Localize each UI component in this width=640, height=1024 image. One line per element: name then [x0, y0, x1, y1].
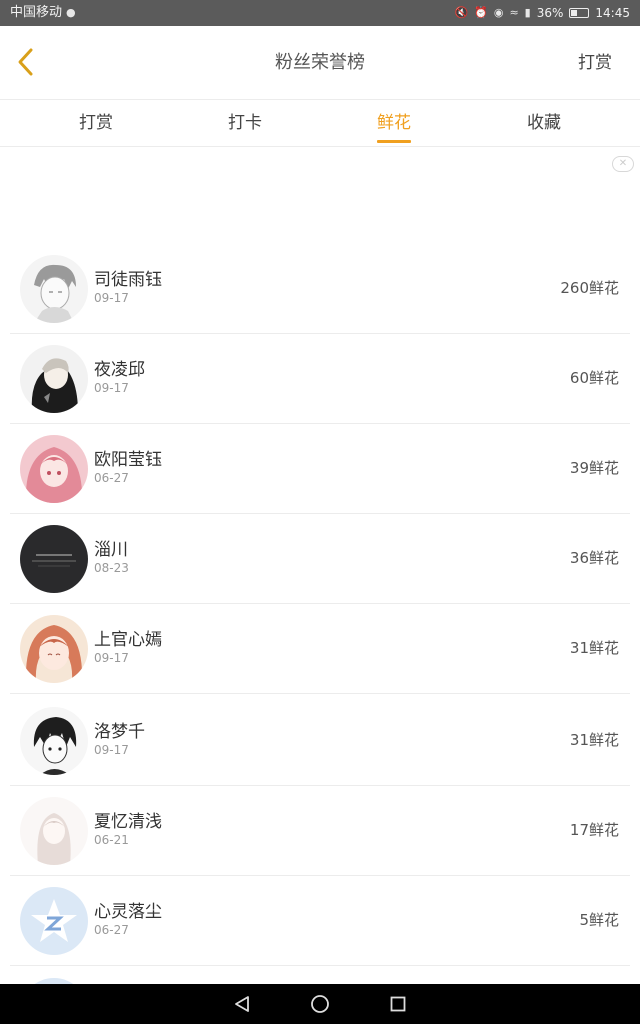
list-item[interactable]: 心灵落尘 06-27 5鲜花 — [10, 876, 630, 966]
fan-name: 心灵落尘 — [94, 902, 162, 922]
fan-name: 夜凌邱 — [94, 360, 145, 380]
fan-date: 08-23 — [94, 561, 129, 575]
list-item[interactable]: 夏忆清浅 06-21 17鲜花 — [10, 786, 630, 876]
fan-date: 06-27 — [94, 471, 129, 485]
mute-icon: 🔇 — [454, 6, 469, 19]
nav-recents-button[interactable] — [387, 993, 409, 1015]
back-button[interactable] — [8, 44, 44, 80]
battery-level — [571, 10, 578, 16]
fan-date: 06-21 — [94, 833, 129, 847]
fan-date: 09-17 — [94, 743, 129, 757]
list-item[interactable]: 夜凌邱 09-17 60鲜花 — [10, 334, 630, 424]
battery-icon — [569, 8, 590, 18]
ad-close-icon[interactable]: ✕ — [612, 156, 634, 172]
status-left: 中国移动 ● — [10, 0, 76, 26]
status-right: 🔇 ⏰ ◉ ≈ ▮ 36% 14:45 — [454, 0, 630, 26]
fan-name: 司徒雨钰 — [94, 270, 162, 290]
page-title: 粉丝荣誉榜 — [275, 52, 365, 73]
fan-name: 夏忆清浅 — [94, 812, 162, 832]
dark-text-avatar — [20, 525, 88, 593]
hooded-boy-avatar — [20, 345, 88, 413]
tab-reward[interactable]: 打赏 — [56, 100, 136, 147]
flower-count: 31鲜花 — [569, 731, 619, 749]
tab-underline — [377, 140, 411, 143]
fan-date: 06-27 — [94, 923, 129, 937]
manga-boy-avatar — [20, 707, 88, 775]
nav-home-button[interactable] — [309, 993, 331, 1015]
list-item[interactable]: 欧阳莹钰 06-27 39鲜花 — [10, 424, 630, 514]
circle-home-icon — [311, 995, 329, 1013]
qq-icon: ● — [66, 6, 76, 19]
list-item[interactable]: 司徒雨钰 09-17 260鲜花 — [10, 244, 630, 334]
flower-count: 39鲜花 — [569, 459, 619, 477]
fan-date: 09-17 — [94, 651, 129, 665]
battery-percent: 36% — [536, 6, 564, 20]
fan-name: 淄川 — [94, 540, 128, 560]
system-nav-bar — [0, 984, 640, 1024]
tab-label: 打卡 — [228, 113, 262, 133]
red-hair-girl-avatar — [20, 615, 88, 683]
signal-icon: ▮ — [524, 6, 531, 19]
flower-count: 5鲜花 — [579, 911, 619, 929]
flower-count: 17鲜花 — [569, 821, 619, 839]
triangle-back-icon — [235, 996, 249, 1012]
wifi-icon: ≈ — [509, 6, 519, 19]
tab-checkin[interactable]: 打卡 — [205, 100, 285, 147]
list-item[interactable]: 上官心嫣 09-17 31鲜花 — [10, 604, 630, 694]
tab-favorites[interactable]: 收藏 — [504, 100, 584, 147]
fan-date: 09-17 — [94, 291, 129, 305]
fan-name: 洛梦千 — [94, 722, 145, 742]
status-bar: 中国移动 ● 🔇 ⏰ ◉ ≈ ▮ 36% 14:45 — [0, 0, 640, 26]
fan-name: 上官心嫣 — [94, 630, 162, 650]
qzone-default-avatar — [20, 887, 88, 955]
tab-flowers[interactable]: 鲜花 — [354, 100, 434, 147]
square-recents-icon — [390, 996, 406, 1012]
list-item[interactable]: 淄川 08-23 36鲜花 — [10, 514, 630, 604]
alarm-icon: ⏰ — [474, 6, 488, 19]
app-header: 粉丝荣誉榜 打赏 — [0, 26, 640, 100]
flower-count: 60鲜花 — [569, 369, 619, 387]
pale-girl-avatar — [20, 797, 88, 865]
fan-name: 欧阳莹钰 — [94, 450, 162, 470]
tab-label: 打赏 — [79, 113, 113, 133]
pink-hair-girl-avatar — [20, 435, 88, 503]
flower-count: 260鲜花 — [560, 279, 619, 297]
sketch-boy-avatar — [20, 255, 88, 323]
nav-back-button[interactable] — [231, 993, 253, 1015]
reward-button[interactable]: 打赏 — [578, 26, 612, 100]
flower-count: 31鲜花 — [569, 639, 619, 657]
list-item[interactable]: 洛梦千 09-17 31鲜花 — [10, 696, 630, 786]
carrier-label: 中国移动 — [10, 5, 63, 20]
eye-icon: ◉ — [493, 6, 504, 19]
chevron-left-icon — [18, 48, 33, 76]
tab-label: 鲜花 — [377, 113, 411, 133]
clock: 14:45 — [595, 6, 630, 20]
tab-bar: 打赏 打卡 鲜花 收藏 — [0, 100, 640, 147]
tab-label: 收藏 — [527, 113, 561, 133]
fan-date: 09-17 — [94, 381, 129, 395]
flower-count: 36鲜花 — [569, 549, 619, 567]
